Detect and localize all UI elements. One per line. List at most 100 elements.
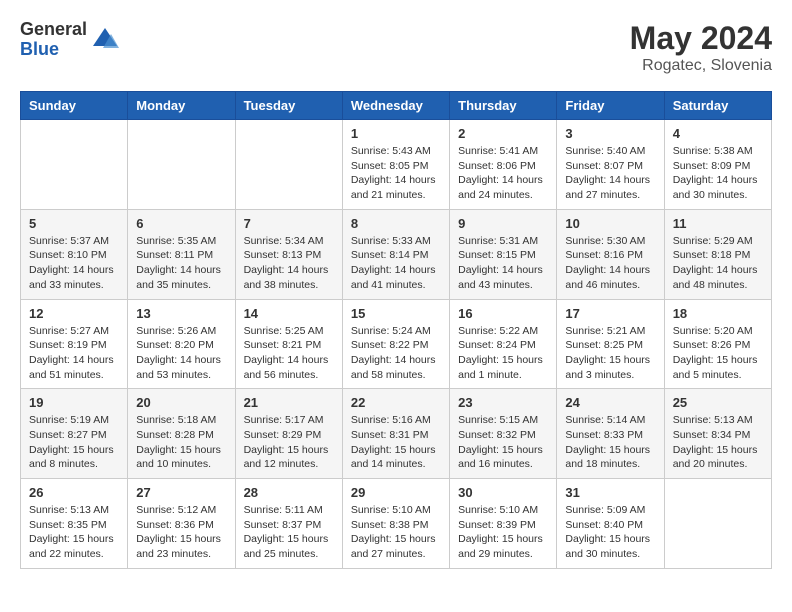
calendar-cell: 24 Sunrise: 5:14 AMSunset: 8:33 PMDayligh… (557, 389, 664, 479)
day-info: Sunrise: 5:11 AMSunset: 8:37 PMDaylight:… (244, 503, 334, 562)
calendar-cell: 18 Sunrise: 5:20 AMSunset: 8:26 PMDayligh… (664, 299, 771, 389)
day-number: 9 (458, 216, 548, 231)
day-info: Sunrise: 5:34 AMSunset: 8:13 PMDaylight:… (244, 234, 334, 293)
calendar-cell: 31 Sunrise: 5:09 AMSunset: 8:40 PMDayligh… (557, 479, 664, 569)
month-year: May 2024 (630, 20, 772, 57)
day-info: Sunrise: 5:14 AMSunset: 8:33 PMDaylight:… (565, 413, 655, 472)
day-info: Sunrise: 5:41 AMSunset: 8:06 PMDaylight:… (458, 144, 548, 203)
logo: General Blue (20, 20, 119, 60)
location: Rogatec, Slovenia (630, 57, 772, 75)
weekday-header-saturday: Saturday (664, 92, 771, 120)
logo-blue: Blue (20, 40, 87, 60)
calendar-cell: 11 Sunrise: 5:29 AMSunset: 8:18 PMDayligh… (664, 209, 771, 299)
day-info: Sunrise: 5:25 AMSunset: 8:21 PMDaylight:… (244, 324, 334, 383)
day-number: 12 (29, 306, 119, 321)
page-header: General Blue May 2024 Rogatec, Slovenia (20, 20, 772, 75)
day-info: Sunrise: 5:15 AMSunset: 8:32 PMDaylight:… (458, 413, 548, 472)
day-info: Sunrise: 5:19 AMSunset: 8:27 PMDaylight:… (29, 413, 119, 472)
calendar-cell: 8Sunrise: 5:33 AMSunset: 8:14 PMDaylight… (342, 209, 449, 299)
calendar-table: SundayMondayTuesdayWednesdayThursdayFrid… (20, 91, 772, 569)
day-number: 30 (458, 485, 548, 500)
calendar-week-row: 12 Sunrise: 5:27 AMSunset: 8:19 PMDayligh… (21, 299, 772, 389)
day-number: 23 (458, 395, 548, 410)
calendar-cell: 16 Sunrise: 5:22 AMSunset: 8:24 PMDayligh… (450, 299, 557, 389)
day-number: 4 (673, 126, 763, 141)
day-info: Sunrise: 5:10 AMSunset: 8:39 PMDaylight:… (458, 503, 548, 562)
calendar-cell: 1 Sunrise: 5:43 AMSunset: 8:05 PMDaylight… (342, 120, 449, 210)
calendar-week-row: 1 Sunrise: 5:43 AMSunset: 8:05 PMDaylight… (21, 120, 772, 210)
day-info: Sunrise: 5:09 AMSunset: 8:40 PMDaylight:… (565, 503, 655, 562)
day-number: 28 (244, 485, 334, 500)
calendar-week-row: 19 Sunrise: 5:19 AMSunset: 8:27 PMDayligh… (21, 389, 772, 479)
calendar-week-row: 5 Sunrise: 5:37 AMSunset: 8:10 PMDaylight… (21, 209, 772, 299)
calendar-cell (664, 479, 771, 569)
calendar-cell: 10Sunrise: 5:30 AMSunset: 8:16 PMDayligh… (557, 209, 664, 299)
weekday-header-sunday: Sunday (21, 92, 128, 120)
day-info: Sunrise: 5:37 AMSunset: 8:10 PMDaylight:… (29, 234, 119, 293)
day-number: 5 (29, 216, 119, 231)
day-info: Sunrise: 5:29 AMSunset: 8:18 PMDaylight:… (673, 234, 763, 293)
day-number: 11 (673, 216, 763, 231)
weekday-header-tuesday: Tuesday (235, 92, 342, 120)
weekday-header-friday: Friday (557, 92, 664, 120)
weekday-header-wednesday: Wednesday (342, 92, 449, 120)
calendar-week-row: 26Sunrise: 5:13 AMSunset: 8:35 PMDayligh… (21, 479, 772, 569)
day-number: 16 (458, 306, 548, 321)
day-info: Sunrise: 5:16 AMSunset: 8:31 PMDaylight:… (351, 413, 441, 472)
day-number: 1 (351, 126, 441, 141)
day-info: Sunrise: 5:35 AMSunset: 8:11 PMDaylight:… (136, 234, 226, 293)
day-number: 25 (673, 395, 763, 410)
day-info: Sunrise: 5:31 AMSunset: 8:15 PMDaylight:… (458, 234, 548, 293)
calendar-cell: 25 Sunrise: 5:13 AMSunset: 8:34 PMDayligh… (664, 389, 771, 479)
day-info: Sunrise: 5:21 AMSunset: 8:25 PMDaylight:… (565, 324, 655, 383)
day-number: 10 (565, 216, 655, 231)
day-info: Sunrise: 5:17 AMSunset: 8:29 PMDaylight:… (244, 413, 334, 472)
day-info: Sunrise: 5:18 AMSunset: 8:28 PMDaylight:… (136, 413, 226, 472)
day-number: 18 (673, 306, 763, 321)
calendar-cell: 28 Sunrise: 5:11 AMSunset: 8:37 PMDayligh… (235, 479, 342, 569)
day-number: 24 (565, 395, 655, 410)
calendar-cell: 29 Sunrise: 5:10 AMSunset: 8:38 PMDayligh… (342, 479, 449, 569)
day-info: Sunrise: 5:24 AMSunset: 8:22 PMDaylight:… (351, 324, 441, 383)
day-info: Sunrise: 5:22 AMSunset: 8:24 PMDaylight:… (458, 324, 548, 383)
day-number: 13 (136, 306, 226, 321)
day-number: 27 (136, 485, 226, 500)
calendar-cell: 26Sunrise: 5:13 AMSunset: 8:35 PMDayligh… (21, 479, 128, 569)
calendar-cell: 12 Sunrise: 5:27 AMSunset: 8:19 PMDayligh… (21, 299, 128, 389)
calendar-cell: 7Sunrise: 5:34 AMSunset: 8:13 PMDaylight… (235, 209, 342, 299)
calendar-cell: 23 Sunrise: 5:15 AMSunset: 8:32 PMDayligh… (450, 389, 557, 479)
calendar-cell: 21 Sunrise: 5:17 AMSunset: 8:29 PMDayligh… (235, 389, 342, 479)
day-number: 2 (458, 126, 548, 141)
day-info: Sunrise: 5:13 AMSunset: 8:34 PMDaylight:… (673, 413, 763, 472)
day-number: 20 (136, 395, 226, 410)
day-number: 8 (351, 216, 441, 231)
day-info: Sunrise: 5:12 AMSunset: 8:36 PMDaylight:… (136, 503, 226, 562)
day-info: Sunrise: 5:20 AMSunset: 8:26 PMDaylight:… (673, 324, 763, 383)
day-number: 29 (351, 485, 441, 500)
day-number: 6 (136, 216, 226, 231)
day-info: Sunrise: 5:26 AMSunset: 8:20 PMDaylight:… (136, 324, 226, 383)
calendar-cell: 30 Sunrise: 5:10 AMSunset: 8:39 PMDayligh… (450, 479, 557, 569)
calendar-cell: 3Sunrise: 5:40 AMSunset: 8:07 PMDaylight… (557, 120, 664, 210)
calendar-cell: 2 Sunrise: 5:41 AMSunset: 8:06 PMDaylight… (450, 120, 557, 210)
day-number: 17 (565, 306, 655, 321)
calendar-cell: 14Sunrise: 5:25 AMSunset: 8:21 PMDayligh… (235, 299, 342, 389)
day-info: Sunrise: 5:27 AMSunset: 8:19 PMDaylight:… (29, 324, 119, 383)
calendar-cell (21, 120, 128, 210)
day-number: 21 (244, 395, 334, 410)
calendar-cell: 27 Sunrise: 5:12 AMSunset: 8:36 PMDayligh… (128, 479, 235, 569)
weekday-header-row: SundayMondayTuesdayWednesdayThursdayFrid… (21, 92, 772, 120)
calendar-cell: 4Sunrise: 5:38 AMSunset: 8:09 PMDaylight… (664, 120, 771, 210)
day-info: Sunrise: 5:10 AMSunset: 8:38 PMDaylight:… (351, 503, 441, 562)
day-number: 15 (351, 306, 441, 321)
calendar-cell: 13 Sunrise: 5:26 AMSunset: 8:20 PMDayligh… (128, 299, 235, 389)
calendar-cell: 15 Sunrise: 5:24 AMSunset: 8:22 PMDayligh… (342, 299, 449, 389)
day-number: 19 (29, 395, 119, 410)
day-number: 31 (565, 485, 655, 500)
calendar-cell: 6 Sunrise: 5:35 AMSunset: 8:11 PMDaylight… (128, 209, 235, 299)
title-block: May 2024 Rogatec, Slovenia (630, 20, 772, 75)
weekday-header-thursday: Thursday (450, 92, 557, 120)
day-number: 26 (29, 485, 119, 500)
day-info: Sunrise: 5:43 AMSunset: 8:05 PMDaylight:… (351, 144, 441, 203)
day-number: 3 (565, 126, 655, 141)
